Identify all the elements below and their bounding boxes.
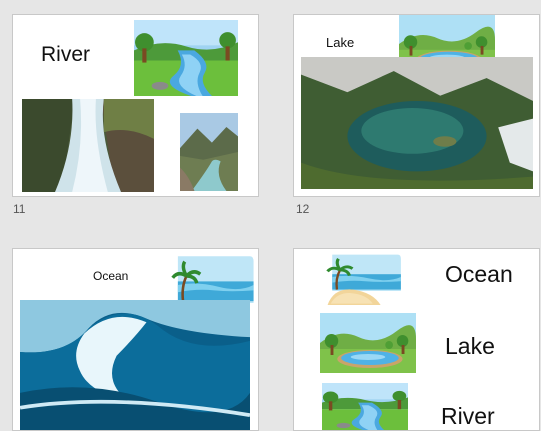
- slide-title: River: [41, 43, 91, 66]
- slide-thumbnail-11[interactable]: River: [12, 14, 259, 197]
- mountain-lake-photo: [301, 57, 533, 189]
- cartoon-river-picture: [134, 20, 238, 96]
- slide-number-label: 11: [13, 202, 26, 216]
- waterfall-river-photo: [22, 99, 154, 192]
- cartoon-beach-picture: [326, 249, 404, 305]
- slide-thumbnail-12[interactable]: Lake: [293, 14, 540, 197]
- label-lake: Lake: [445, 333, 495, 359]
- slide-number-label: 12: [296, 202, 310, 216]
- label-ocean: Ocean: [445, 261, 513, 287]
- cartoon-river-picture: [322, 383, 408, 431]
- slide-title: Lake: [326, 35, 355, 50]
- cartoon-lake-picture: [320, 313, 416, 373]
- slide-title: Ocean: [93, 269, 129, 283]
- ocean-wave-photo: [20, 300, 250, 430]
- slide-thumbnail-summary[interactable]: Ocean Lake River: [293, 248, 540, 431]
- label-river: River: [441, 403, 495, 429]
- mountain-river-photo: [180, 113, 238, 191]
- slide-thumbnail-ocean[interactable]: Ocean: [12, 248, 259, 431]
